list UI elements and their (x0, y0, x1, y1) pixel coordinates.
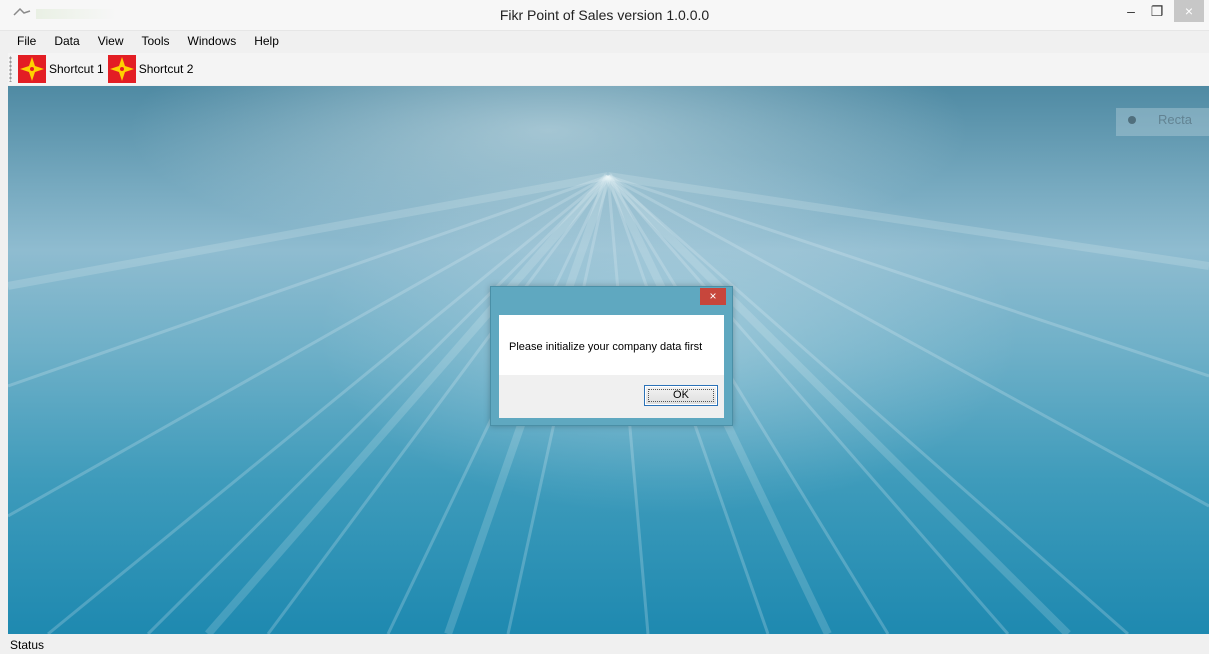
red-star-icon (18, 55, 46, 83)
focus-rect (648, 389, 714, 402)
shortcut-1-button[interactable]: Shortcut 1 (18, 55, 104, 83)
menu-file[interactable]: File (17, 34, 36, 48)
title-bar: Fikr Point of Sales version 1.0.0.0 – ❐ … (0, 0, 1209, 31)
menu-view[interactable]: View (98, 34, 124, 48)
menu-help[interactable]: Help (254, 34, 279, 48)
shortcut-2-label: Shortcut 2 (138, 62, 194, 76)
message-dialog: × Please initialize your company data fi… (490, 286, 733, 426)
menu-bar: File Data View Tools Windows Help (8, 30, 288, 52)
ok-button[interactable]: OK (644, 385, 718, 406)
shortcut-2-button[interactable]: Shortcut 2 (107, 55, 194, 83)
status-text: Status (10, 638, 45, 652)
menu-tools[interactable]: Tools (142, 34, 170, 48)
dialog-message: Please initialize your company data firs… (509, 341, 703, 353)
dialog-body: Please initialize your company data firs… (499, 315, 724, 375)
dialog-footer: OK (499, 375, 724, 418)
status-bar: Status (0, 634, 1209, 654)
menu-windows[interactable]: Windows (188, 34, 237, 48)
shortcut-1-label: Shortcut 1 (49, 62, 104, 76)
red-star-icon (107, 55, 136, 83)
window-title: Fikr Point of Sales version 1.0.0.0 (499, 7, 710, 23)
toolbar-grip[interactable] (9, 56, 12, 82)
ghost-text: Recta (1158, 112, 1192, 127)
toolbar: Shortcut 1 Shortcut 2 (8, 53, 1209, 85)
minimize-button[interactable]: – (1118, 0, 1144, 22)
close-button[interactable]: × (1174, 0, 1204, 22)
dialog-close-button[interactable]: × (700, 288, 726, 305)
ghost-dot-icon (1128, 116, 1136, 124)
restore-button[interactable]: ❐ (1144, 0, 1170, 22)
menu-data[interactable]: Data (54, 34, 79, 48)
